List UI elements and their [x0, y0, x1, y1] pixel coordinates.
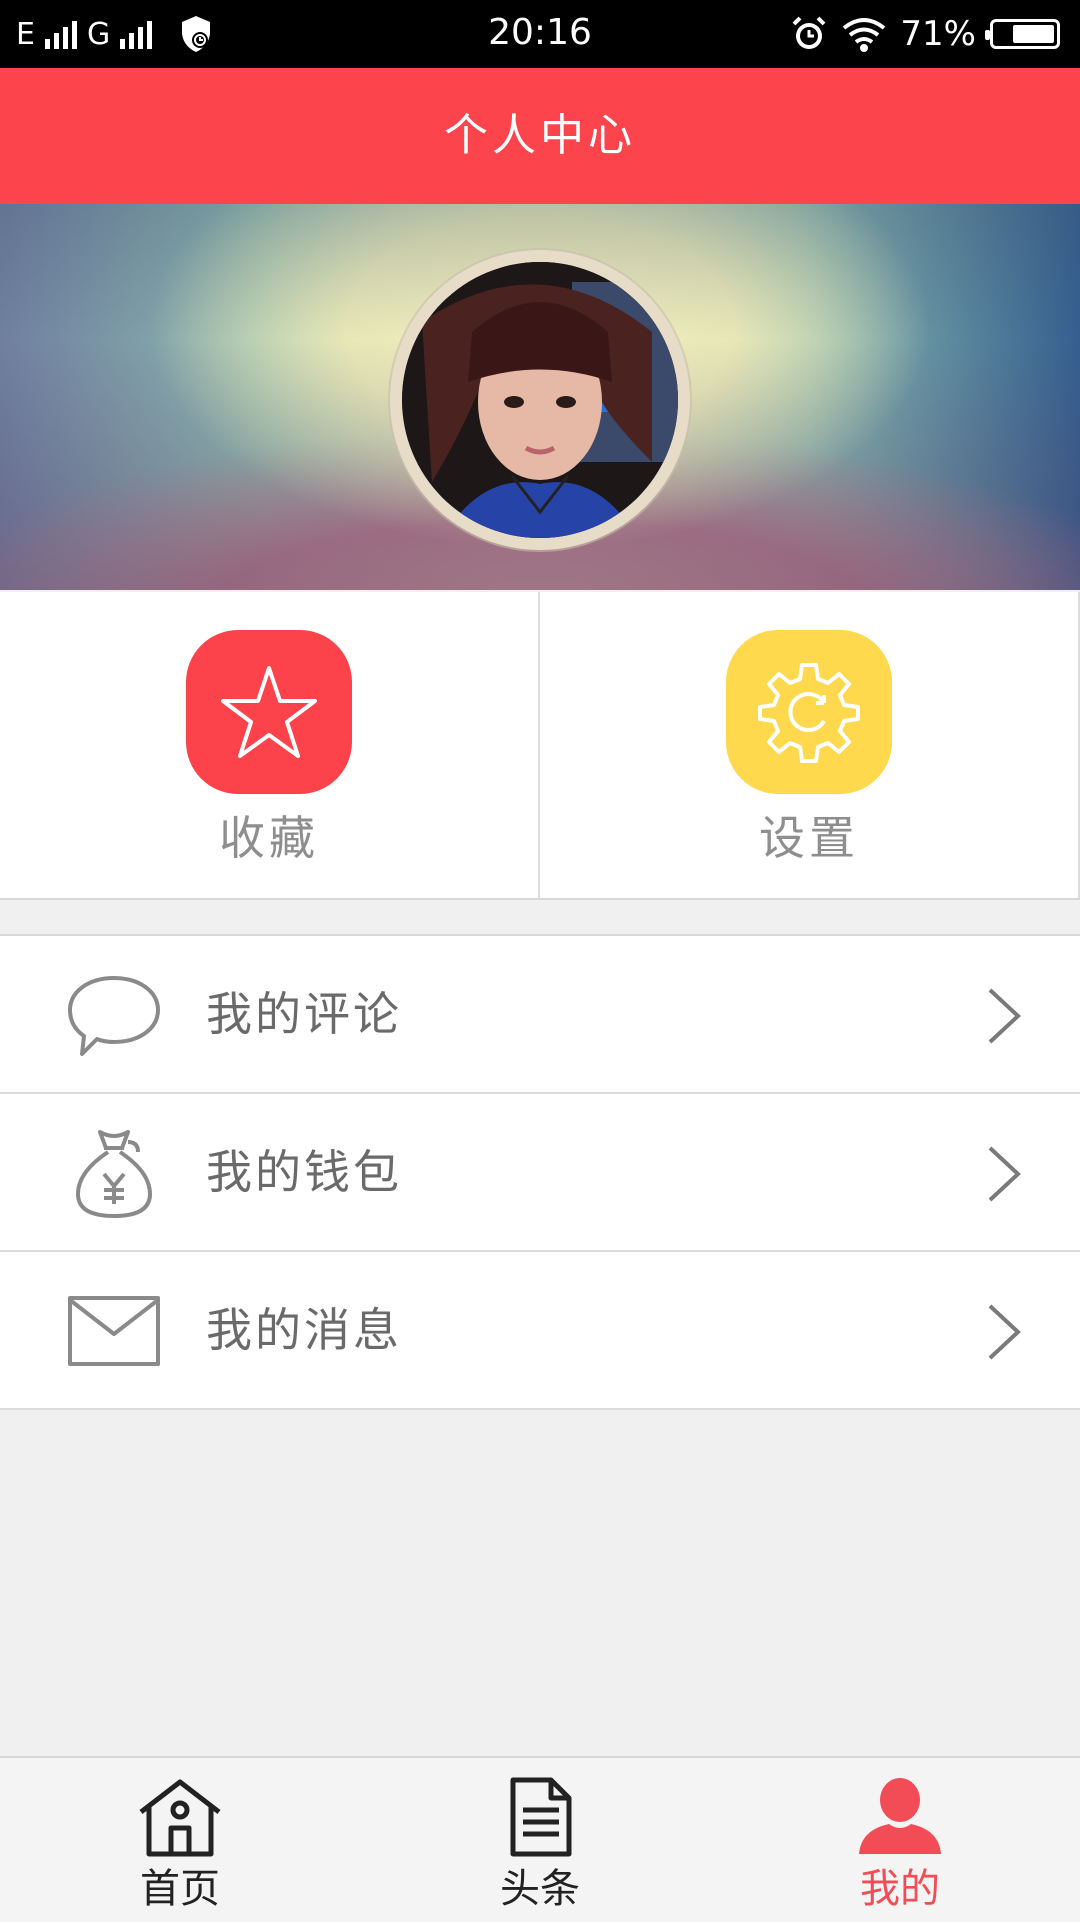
- chevron-right-icon: [988, 988, 1021, 1044]
- money-bag-icon: [76, 1130, 152, 1218]
- menu-list: 我的评论 我的钱包 我的消息: [0, 934, 1080, 1410]
- user-icon: [859, 1778, 941, 1854]
- avatar-ring[interactable]: [390, 250, 690, 550]
- profile-banner: [0, 204, 1080, 590]
- star-icon: [221, 666, 317, 758]
- menu-item-wallet[interactable]: 我的钱包: [0, 1094, 1080, 1252]
- page-title: 个人中心: [0, 68, 1080, 204]
- tab-home[interactable]: 首页: [0, 1758, 360, 1922]
- settings-button[interactable]: 设置: [538, 592, 1080, 898]
- home-icon: [139, 1779, 221, 1857]
- favorites-label: 收藏: [219, 811, 319, 865]
- battery-icon: [985, 19, 1060, 49]
- favorites-icon-tile: [186, 630, 352, 794]
- comment-icon: [68, 976, 160, 1056]
- envelope-icon: [68, 1296, 160, 1366]
- settings-icon-tile: [726, 630, 892, 794]
- document-icon: [510, 1777, 572, 1857]
- status-right: 71%: [790, 12, 1060, 56]
- battery-percent: 71%: [900, 14, 976, 54]
- menu-item-label: 我的钱包: [206, 1145, 402, 1199]
- battery-fill: [1013, 25, 1054, 43]
- avatar[interactable]: [402, 262, 678, 538]
- menu-item-comments[interactable]: 我的评论: [0, 936, 1080, 1094]
- status-bar: E G 20:16 71%: [0, 0, 1080, 68]
- favorites-button[interactable]: 收藏: [0, 592, 538, 898]
- tab-me[interactable]: 我的: [720, 1758, 1080, 1922]
- tab-headlines[interactable]: 头条: [360, 1758, 720, 1922]
- chevron-right-icon: [988, 1146, 1021, 1202]
- user-photo-icon: [402, 262, 678, 538]
- alarm-icon: [793, 16, 826, 49]
- menu-item-label: 我的消息: [206, 1303, 402, 1357]
- gear-icon: [758, 663, 860, 763]
- quick-actions: 收藏 设置: [0, 592, 1080, 900]
- tab-headlines-label: 头条: [500, 1866, 580, 1912]
- tab-me-label: 我的: [860, 1866, 940, 1912]
- chevron-right-icon: [988, 1304, 1021, 1360]
- wifi-icon: [843, 18, 886, 52]
- tab-home-label: 首页: [140, 1866, 220, 1912]
- menu-item-label: 我的评论: [206, 987, 402, 1041]
- menu-item-messages[interactable]: 我的消息: [0, 1252, 1080, 1410]
- settings-label: 设置: [759, 811, 859, 865]
- bottom-nav: 首页 头条 我的: [0, 1756, 1080, 1922]
